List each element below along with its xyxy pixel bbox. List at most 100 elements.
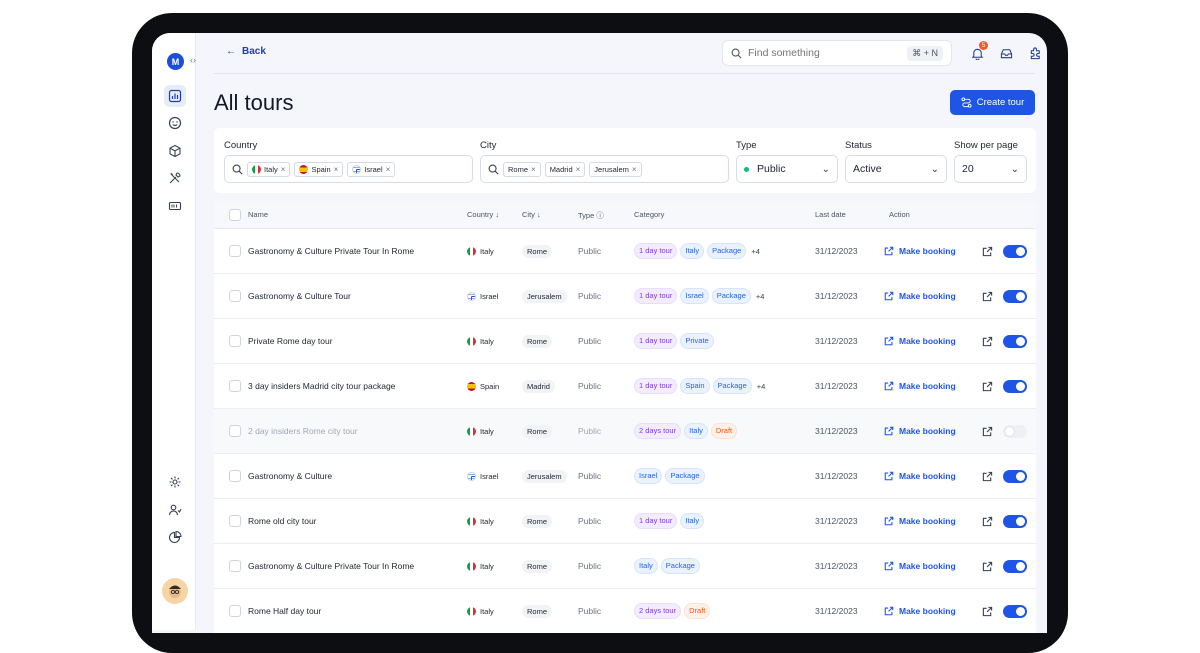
active-toggle[interactable]	[1003, 605, 1027, 618]
remove-chip-icon[interactable]: ×	[632, 165, 637, 174]
open-tour-icon[interactable]	[982, 274, 993, 318]
city-chip[interactable]: Madrid ×	[544, 161, 586, 177]
make-booking-link[interactable]: Make booking	[884, 274, 956, 318]
open-tour-icon[interactable]	[982, 589, 993, 633]
city-chip[interactable]: Jerusalem ×	[589, 161, 642, 177]
row-checkbox[interactable]	[229, 470, 241, 482]
row-checkbox[interactable]	[229, 425, 241, 437]
active-toggle[interactable]	[1003, 290, 1027, 303]
country-filter[interactable]: Italy × Spain × Israel ×	[224, 155, 473, 183]
search-box[interactable]: ⌘ + N	[722, 40, 952, 66]
city-filter[interactable]: Rome × Madrid × Jerusalem ×	[480, 155, 729, 183]
table-row[interactable]: 3 day insiders Madrid city tour package …	[214, 364, 1036, 409]
col-city[interactable]: City ↓	[522, 210, 541, 219]
more-tags-count[interactable]: +4	[756, 292, 765, 301]
more-tags-count[interactable]: +4	[751, 247, 760, 256]
search-icon	[731, 48, 742, 58]
select-all-checkbox[interactable]	[229, 209, 241, 221]
status-select[interactable]: Active ⌄	[845, 155, 947, 183]
table-row[interactable]: Gastronomy & Culture Tour Israel Jerusal…	[214, 274, 1036, 319]
table-row[interactable]: Rome old city tour Italy Rome Public 1 d…	[214, 499, 1036, 544]
open-tour-icon[interactable]	[982, 319, 993, 363]
settings-icon[interactable]	[164, 471, 186, 493]
row-checkbox[interactable]	[229, 290, 241, 302]
tour-city: Rome	[522, 589, 553, 633]
remove-chip-icon[interactable]: ×	[281, 165, 286, 174]
tour-name[interactable]: Rome Half day tour	[248, 589, 321, 633]
avatar[interactable]	[162, 578, 188, 604]
remove-chip-icon[interactable]: ×	[334, 165, 339, 174]
back-link[interactable]: ← Back	[226, 46, 266, 57]
active-toggle[interactable]	[1003, 515, 1027, 528]
puzzle-icon[interactable]	[1027, 45, 1043, 61]
row-checkbox[interactable]	[229, 245, 241, 257]
open-tour-icon[interactable]	[982, 499, 993, 543]
active-toggle[interactable]	[1003, 380, 1027, 393]
make-booking-link[interactable]: Make booking	[884, 544, 956, 588]
dashboard-icon[interactable]	[164, 85, 186, 107]
table-row[interactable]: Gastronomy & Culture Private Tour In Rom…	[214, 229, 1036, 274]
make-booking-link[interactable]: Make booking	[884, 589, 956, 633]
tour-city: Jerusalem	[522, 274, 567, 318]
type-select[interactable]: Public ⌄	[736, 155, 838, 183]
row-checkbox[interactable]	[229, 605, 241, 617]
open-tour-icon[interactable]	[982, 409, 993, 453]
pie-chart-icon[interactable]	[164, 526, 186, 548]
per-page-select[interactable]: 20 ⌄	[954, 155, 1027, 183]
help-circle-icon[interactable]: ⓘ	[596, 211, 604, 220]
row-checkbox[interactable]	[229, 560, 241, 572]
table-row[interactable]: Rome Half day tour Italy Rome Public 2 d…	[214, 589, 1036, 633]
tour-name[interactable]: 2 day insiders Rome city tour	[248, 409, 358, 453]
users-icon[interactable]	[164, 499, 186, 521]
country-chip[interactable]: Italy ×	[247, 161, 291, 177]
tour-city: Rome	[522, 544, 553, 588]
external-link-icon	[884, 246, 894, 256]
open-tour-icon[interactable]	[982, 544, 993, 588]
more-tags-count[interactable]: +4	[757, 382, 766, 391]
remove-chip-icon[interactable]: ×	[576, 165, 581, 174]
inbox-icon[interactable]	[998, 45, 1014, 61]
tour-name[interactable]: Rome old city tour	[248, 499, 317, 543]
search-input[interactable]	[748, 47, 902, 59]
tour-name[interactable]: Private Rome day tour	[248, 319, 333, 363]
smile-icon[interactable]	[164, 112, 186, 134]
city-chip[interactable]: Rome ×	[503, 161, 541, 177]
active-toggle[interactable]	[1003, 335, 1027, 348]
logo[interactable]: M	[167, 53, 184, 70]
tour-name[interactable]: 3 day insiders Madrid city tour package	[248, 364, 395, 408]
tour-name[interactable]: Gastronomy & Culture	[248, 454, 332, 498]
remove-chip-icon[interactable]: ×	[531, 165, 536, 174]
table-row[interactable]: 2 day insiders Rome city tour Italy Rome…	[214, 409, 1036, 454]
make-booking-link[interactable]: Make booking	[884, 319, 956, 363]
create-tour-button[interactable]: Create tour	[950, 90, 1035, 115]
row-checkbox[interactable]	[229, 335, 241, 347]
col-country[interactable]: Country ↓	[467, 210, 499, 219]
table-row[interactable]: Gastronomy & Culture Israel Jerusalem Pu…	[214, 454, 1036, 499]
country-chip[interactable]: Israel ×	[347, 161, 396, 177]
active-toggle[interactable]	[1003, 425, 1027, 438]
chip-label: Israel	[364, 164, 383, 174]
make-booking-link[interactable]: Make booking	[884, 364, 956, 408]
active-toggle[interactable]	[1003, 560, 1027, 573]
table-row[interactable]: Private Rome day tour Italy Rome Public …	[214, 319, 1036, 364]
tour-name[interactable]: Gastronomy & Culture Private Tour In Rom…	[248, 229, 414, 273]
table-row[interactable]: Gastronomy & Culture Private Tour In Rom…	[214, 544, 1036, 589]
make-booking-link[interactable]: Make booking	[884, 229, 956, 273]
make-booking-link[interactable]: Make booking	[884, 499, 956, 543]
active-toggle[interactable]	[1003, 245, 1027, 258]
open-tour-icon[interactable]	[982, 364, 993, 408]
country-chip[interactable]: Spain ×	[294, 161, 344, 177]
tour-name[interactable]: Gastronomy & Culture Private Tour In Rom…	[248, 544, 414, 588]
tour-name[interactable]: Gastronomy & Culture Tour	[248, 274, 351, 318]
row-checkbox[interactable]	[229, 380, 241, 392]
remove-chip-icon[interactable]: ×	[386, 165, 391, 174]
open-tour-icon[interactable]	[982, 229, 993, 273]
active-toggle[interactable]	[1003, 470, 1027, 483]
ticket-icon[interactable]	[164, 195, 186, 217]
make-booking-link[interactable]: Make booking	[884, 409, 956, 453]
make-booking-link[interactable]: Make booking	[884, 454, 956, 498]
row-checkbox[interactable]	[229, 515, 241, 527]
open-tour-icon[interactable]	[982, 454, 993, 498]
tools-icon[interactable]	[164, 167, 186, 189]
box-icon[interactable]	[164, 140, 186, 162]
